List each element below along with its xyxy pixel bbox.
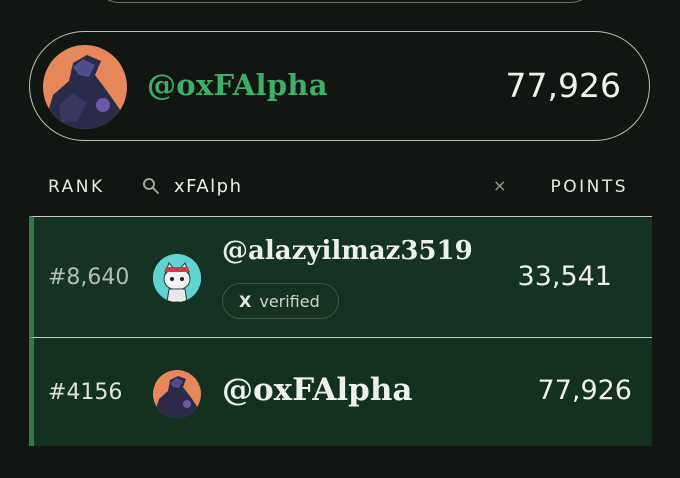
row-rank: #8,640 — [48, 265, 130, 290]
row-rank: #4156 — [48, 380, 123, 405]
row-handle: @oxFAlpha — [222, 372, 413, 408]
user-handle: @oxFAlpha — [147, 68, 328, 102]
previous-card-edge — [92, 0, 598, 3]
current-user-card: @oxFAlpha 77,926 — [29, 31, 650, 141]
leaderboard-row-current-user[interactable]: #4156 @oxFAlpha 77,926 — [29, 337, 652, 446]
verified-label: verified — [259, 291, 320, 311]
user-points: 77,926 — [505, 66, 621, 105]
leaderboard-header: RANK × POINTS — [0, 170, 680, 204]
points-column-header: POINTS — [550, 177, 628, 197]
avatar — [43, 45, 127, 129]
row-points: 77,926 — [537, 375, 632, 406]
row-handle: @alazyilmaz3519 — [222, 236, 473, 266]
avatar — [153, 370, 201, 418]
row-points: 33,541 — [517, 261, 612, 292]
clear-search-icon[interactable]: × — [493, 176, 506, 195]
avatar — [153, 254, 201, 302]
rank-column-header: RANK — [48, 177, 105, 197]
x-logo-icon: X — [239, 291, 252, 311]
verified-badge: X verified — [222, 283, 339, 319]
search-icon — [142, 177, 160, 195]
leaderboard-row[interactable]: #8,640 @alazyilmaz3519 X verified 33,541 — [29, 216, 652, 337]
search-input[interactable] — [174, 173, 474, 199]
